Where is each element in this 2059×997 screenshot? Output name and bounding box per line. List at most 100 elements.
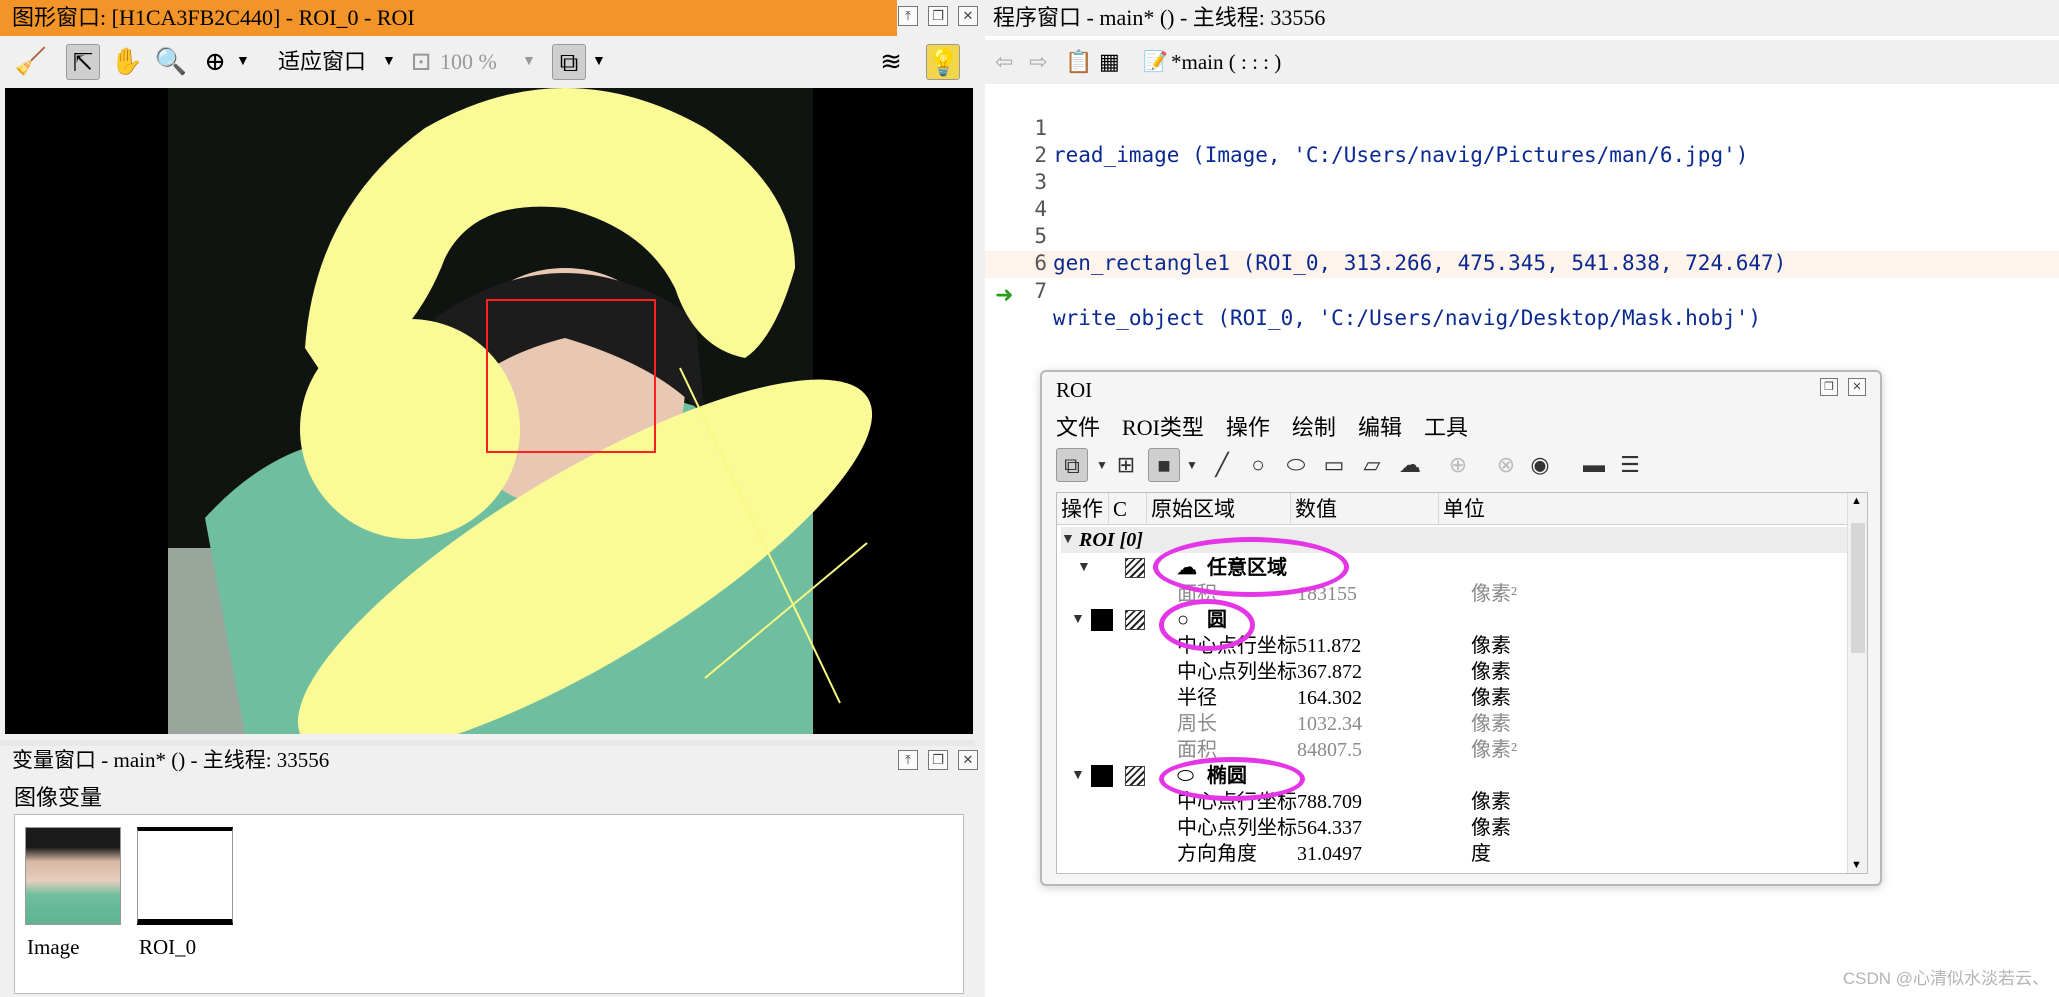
ruler-icon[interactable]: ▬: [1578, 448, 1610, 482]
union-icon[interactable]: ⊕: [1442, 448, 1474, 482]
procedure-selector[interactable]: *main ( : : : ): [1171, 44, 1281, 80]
scroll-up-icon[interactable]: ▲: [1851, 495, 1862, 507]
close-icon[interactable]: ✕: [958, 750, 978, 770]
restore-icon[interactable]: ❐: [928, 750, 948, 770]
program-counter-arrow-icon: ➜: [995, 282, 1014, 307]
back-icon[interactable]: ⇦: [995, 44, 1013, 80]
prop-value: 1032.34: [1297, 713, 1362, 735]
add-roi-icon[interactable]: ⊞: [1110, 448, 1142, 482]
expand-icon[interactable]: ▼: [1077, 555, 1091, 581]
fit-dropdown-icon[interactable]: ▼: [382, 44, 396, 80]
scrollbar-thumb[interactable]: [1851, 523, 1865, 653]
col-value[interactable]: 数值: [1291, 493, 1439, 525]
roi-dialog: ROI ❐ ✕ 文件 ROI类型 操作 绘制 编辑 工具 ⧉ ▼ ⊞ ■ ▼ ╱…: [1040, 370, 1882, 886]
close-icon[interactable]: ✕: [1848, 378, 1866, 396]
expand-icon[interactable]: ▼: [1071, 763, 1085, 789]
clipboard-icon[interactable]: 📋: [1065, 44, 1092, 80]
annotation-highlight-ellipse: [1159, 757, 1305, 801]
menu-file[interactable]: 文件: [1056, 410, 1100, 440]
prop-label: 中心点列坐标: [1177, 817, 1297, 839]
roi-thumbnail[interactable]: [137, 827, 233, 925]
annotation-highlight-free-region: [1153, 537, 1349, 597]
restore-icon[interactable]: ❐: [928, 6, 948, 26]
menu-roi-type[interactable]: ROI类型: [1122, 410, 1204, 440]
code-line[interactable]: 2: [985, 115, 2059, 167]
prop-label: 周长: [1177, 713, 1217, 735]
magic-wand-icon[interactable]: ⊗: [1490, 448, 1522, 482]
code-line[interactable]: 5 gen_rectangle1 (ROI_0, 313.266, 475.34…: [985, 196, 2059, 275]
roi-dialog-controls: ❐ ✕: [1820, 378, 1866, 396]
code-line[interactable]: 1 read_image (Image, 'C:/Users/navig/Pic…: [985, 88, 2059, 167]
ellipse-icon[interactable]: ⬭: [1280, 448, 1312, 482]
zoom-icon[interactable]: 🔍: [154, 44, 188, 80]
image-thumbnail[interactable]: [25, 827, 121, 925]
roi-shape-icon[interactable]: ⧉: [552, 44, 586, 80]
zoom-in-icon[interactable]: ⊕: [198, 44, 232, 80]
rotated-rectangle-icon[interactable]: ▱: [1356, 448, 1388, 482]
prop-label: 方向角度: [1177, 843, 1257, 865]
prop-value: 788.709: [1297, 791, 1362, 813]
variable-image[interactable]: Image: [21, 823, 125, 969]
rectangle-icon[interactable]: ▭: [1318, 448, 1350, 482]
menu-operation[interactable]: 操作: [1226, 410, 1270, 440]
free-region-icon[interactable]: ☁: [1394, 448, 1426, 482]
col-original-region[interactable]: 原始区域: [1147, 493, 1291, 525]
prop-unit: 像素²: [1471, 583, 1517, 605]
code-line[interactable]: 7 write_object (ROI_0, 'C:/Users/navig/D…: [985, 251, 2059, 330]
forward-icon[interactable]: ⇨: [1029, 44, 1047, 80]
pin-icon[interactable]: ⤒: [898, 750, 918, 770]
menu-edit[interactable]: 编辑: [1358, 410, 1402, 440]
zoom-level-dropdown-icon[interactable]: ▼: [522, 44, 536, 80]
color-swatch[interactable]: [1091, 765, 1113, 787]
iconic-variables-pane: Image ROI_0: [14, 814, 964, 994]
pointer-tool-icon[interactable]: ⇱: [66, 44, 100, 80]
clear-brush-icon[interactable]: 🧹: [14, 44, 48, 80]
menu-draw[interactable]: 绘制: [1292, 410, 1336, 440]
image-canvas[interactable]: [5, 88, 973, 734]
restore-icon[interactable]: ❐: [1820, 378, 1838, 396]
col-c[interactable]: C: [1109, 493, 1147, 525]
pin-icon[interactable]: ⤒: [898, 6, 918, 26]
lightbulb-icon[interactable]: 💡: [926, 44, 960, 80]
prop-value: 84807.5: [1297, 739, 1362, 761]
line-icon[interactable]: ╱: [1206, 448, 1238, 482]
program-toolbar: ⇦ ⇨ 📋 ▦ 📝 *main ( : : : ): [985, 40, 2059, 84]
code-text[interactable]: write_object (ROI_0, 'C:/Users/navig/Des…: [1053, 305, 1761, 332]
hand-tool-icon[interactable]: ✋: [110, 44, 144, 80]
fill-pattern-icon[interactable]: [1125, 766, 1145, 786]
prop-unit: 像素: [1471, 635, 1511, 657]
code-line[interactable]: 3: [985, 142, 2059, 194]
code-line[interactable]: 6: [985, 223, 2059, 275]
zoom-dropdown-icon[interactable]: ▼: [236, 44, 250, 80]
watermark: CSDN @心清似水淡若云、: [1842, 969, 2049, 988]
layers-icon[interactable]: ≋: [874, 44, 908, 80]
zoom-level-select[interactable]: 100 %: [440, 44, 497, 80]
close-icon[interactable]: ✕: [958, 6, 978, 26]
color-swatch[interactable]: [1091, 609, 1113, 631]
roi-table[interactable]: 操作 C 原始区域 数值 单位 ▼ ROI [0] ▼ ☁ 任意区域 面积 18…: [1056, 492, 1868, 874]
fill-pattern-icon[interactable]: [1125, 558, 1145, 578]
circle-icon[interactable]: ○: [1242, 448, 1274, 482]
canvas-drawing: [168, 88, 873, 734]
col-unit[interactable]: 单位: [1439, 493, 1559, 525]
fit-window-select[interactable]: 适应窗口: [278, 44, 366, 80]
prop-value: 564.337: [1297, 817, 1362, 839]
menu-tools[interactable]: 工具: [1424, 410, 1468, 440]
col-operation[interactable]: 操作: [1057, 493, 1109, 525]
scroll-down-icon[interactable]: ▼: [1851, 859, 1862, 871]
list-icon[interactable]: ☰: [1614, 448, 1646, 482]
combine-mode-icon[interactable]: ⧉: [1056, 448, 1088, 482]
roi-group-label: ROI [0]: [1079, 529, 1143, 551]
code-line[interactable]: 4: [985, 169, 2059, 221]
brush-icon[interactable]: ◉: [1524, 448, 1556, 482]
expand-icon[interactable]: ▼: [1061, 527, 1075, 553]
grid-icon[interactable]: ▦: [1099, 44, 1120, 80]
color-dropdown-icon[interactable]: ▼: [1176, 448, 1208, 482]
graphics-window: 图形窗口: [H1CA3FB2C440] - ROI_0 - ROI ⤒ ❐ ✕…: [0, 0, 978, 746]
roi-table-scrollbar[interactable]: ▲ ▼: [1847, 493, 1867, 873]
variable-roi[interactable]: ROI_0: [133, 823, 237, 969]
expand-icon[interactable]: ▼: [1071, 607, 1085, 633]
fill-pattern-icon[interactable]: [1125, 610, 1145, 630]
roi-shape-dropdown-icon[interactable]: ▼: [592, 44, 606, 80]
program-window-title: 程序窗口 - main* () - 主线程: 33556: [985, 0, 2059, 36]
